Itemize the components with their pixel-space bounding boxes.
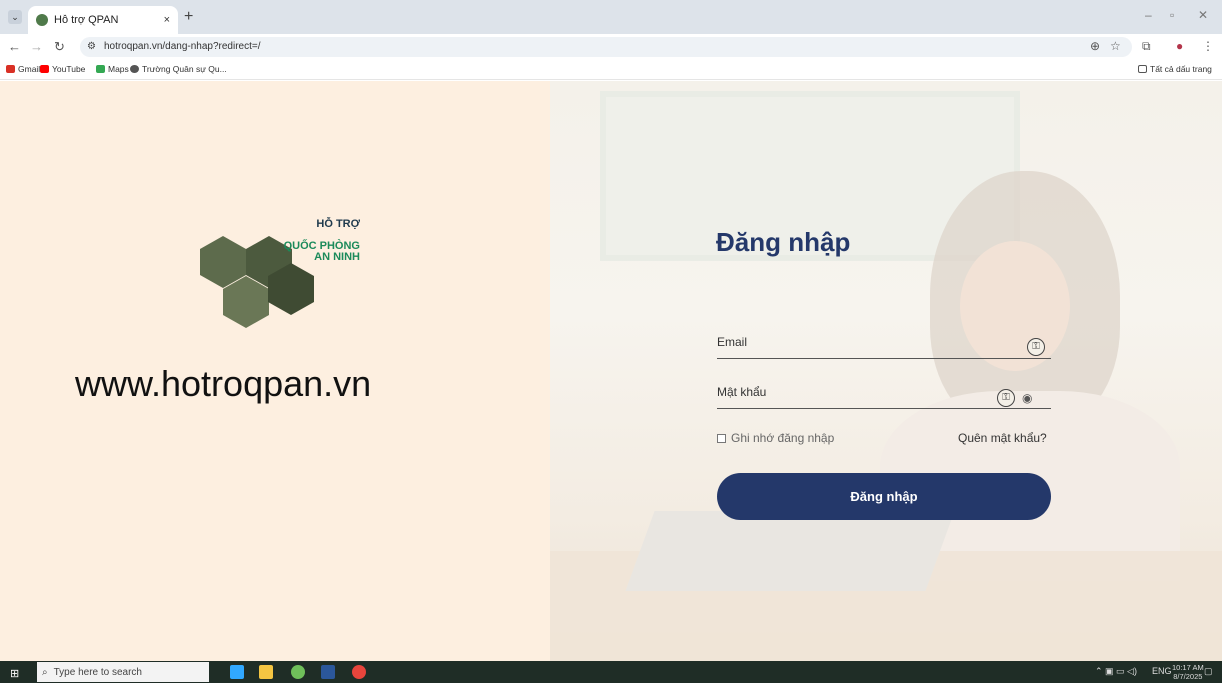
search-icon: ⌕ [42,666,48,678]
tab-hotroqpan[interactable]: Hỗ trợ QPAN × [28,6,178,34]
back-icon[interactable]: ← [8,39,21,54]
all-bookmarks[interactable]: Tất cả dấu trang [1138,64,1212,74]
photoshop-icon[interactable] [230,665,244,679]
photo-person-face [960,241,1070,371]
search-placeholder: Type here to search [53,666,142,678]
reload-icon[interactable]: ↻ [54,39,65,55]
extensions-icon[interactable]: ⧉ [1142,39,1151,54]
bookmark-youtube[interactable]: YouTube [40,64,85,74]
youtube-icon [40,65,49,73]
password-field[interactable] [717,408,1051,409]
eye-icon[interactable]: ◉ [1022,391,1032,405]
maximize-icon[interactable]: ▫ [1170,8,1174,22]
favicon-icon [36,14,48,26]
language-indicator[interactable]: ENG [1152,666,1172,676]
browser-tab-bar: ⌄ Hỗ trợ QPAN × + – ▫ ✕ [0,0,1222,34]
remember-checkbox[interactable] [717,433,726,443]
login-button[interactable]: Đăng nhập [717,473,1051,520]
file-explorer-icon[interactable] [259,665,273,679]
logo-line-2: QUỐC PHÒNG AN NINH [283,240,360,263]
bookmark-gmail[interactable]: Gmail [6,64,40,74]
password-label: Mật khẩu [717,385,767,399]
gmail-icon [6,65,15,73]
photo-laptop [625,511,955,591]
url-text[interactable]: hotroqpan.vn/dang-nhap?redirect=/ [104,41,261,52]
tray-icons[interactable]: ⌃ ▣ ▭ ◁) [1095,666,1137,677]
minimize-icon[interactable]: – [1145,8,1152,22]
forward-icon[interactable]: → [30,39,43,54]
logo-title: HỖ TRỢ QUỐC PHÒNG AN NINH [265,208,360,274]
key-icon[interactable]: ⚿ [997,389,1015,407]
maps-icon [96,65,105,73]
zoom-icon[interactable]: ⊕ [1090,39,1100,53]
logo-line-1: HỖ TRỢ [316,218,360,230]
background-photo [550,81,1222,661]
menu-icon[interactable]: ⋮ [1202,39,1214,53]
bookmarks-bar: Gmail YouTube Maps Trường Quân sự Qu... … [0,60,1222,80]
tab-title: Hỗ trợ QPAN [54,14,119,26]
app-icon[interactable] [291,665,305,679]
new-tab-button[interactable]: + [184,8,193,26]
windows-icon[interactable]: ⊞ [10,667,19,680]
login-title: Đăng nhập [716,227,851,257]
word-icon[interactable] [321,665,335,679]
tab-search-icon[interactable]: ⌄ [8,10,22,24]
email-field[interactable] [717,358,1051,359]
window-close-icon[interactable]: ✕ [1198,8,1208,22]
email-label: Email [717,335,748,349]
clock[interactable]: 10:17 AM 8/7/2025 [1172,663,1204,681]
bookmark-maps[interactable]: Maps [96,64,129,74]
bookmark-truong-quan-su[interactable]: Trường Quân sự Qu... [130,64,227,74]
site-info-icon[interactable]: ⚙ [87,41,96,52]
close-icon[interactable]: × [164,14,170,26]
globe-icon [130,65,139,73]
star-icon[interactable]: ☆ [1110,39,1121,53]
remember-label: Ghi nhớ đăng nhập [731,431,835,445]
clock-date: 8/7/2025 [1173,672,1203,681]
key-icon[interactable]: ⚿ [1027,338,1045,356]
notification-icon[interactable]: ▢ [1204,666,1213,677]
forgot-password-link[interactable]: Quên mật khẩu? [958,431,1047,445]
taskbar: ⊞ ⌕ Type here to search ⌃ ▣ ▭ ◁) ENG 10:… [0,661,1222,683]
page-content: HỖ TRỢ QUỐC PHÒNG AN NINH www.hotroqpan.… [0,81,1222,661]
chrome-icon[interactable] [352,665,366,679]
clock-time: 10:17 AM [1172,663,1204,672]
remember-me[interactable]: Ghi nhớ đăng nhập [717,431,834,445]
profile-icon[interactable]: ● [1176,39,1183,53]
site-url-text: www.hotroqpan.vn [75,363,372,404]
taskbar-search[interactable]: ⌕ Type here to search [37,662,209,682]
address-bar-row: ← → ↻ ⚙ hotroqpan.vn/dang-nhap?redirect=… [0,34,1222,60]
folder-icon [1138,65,1147,73]
